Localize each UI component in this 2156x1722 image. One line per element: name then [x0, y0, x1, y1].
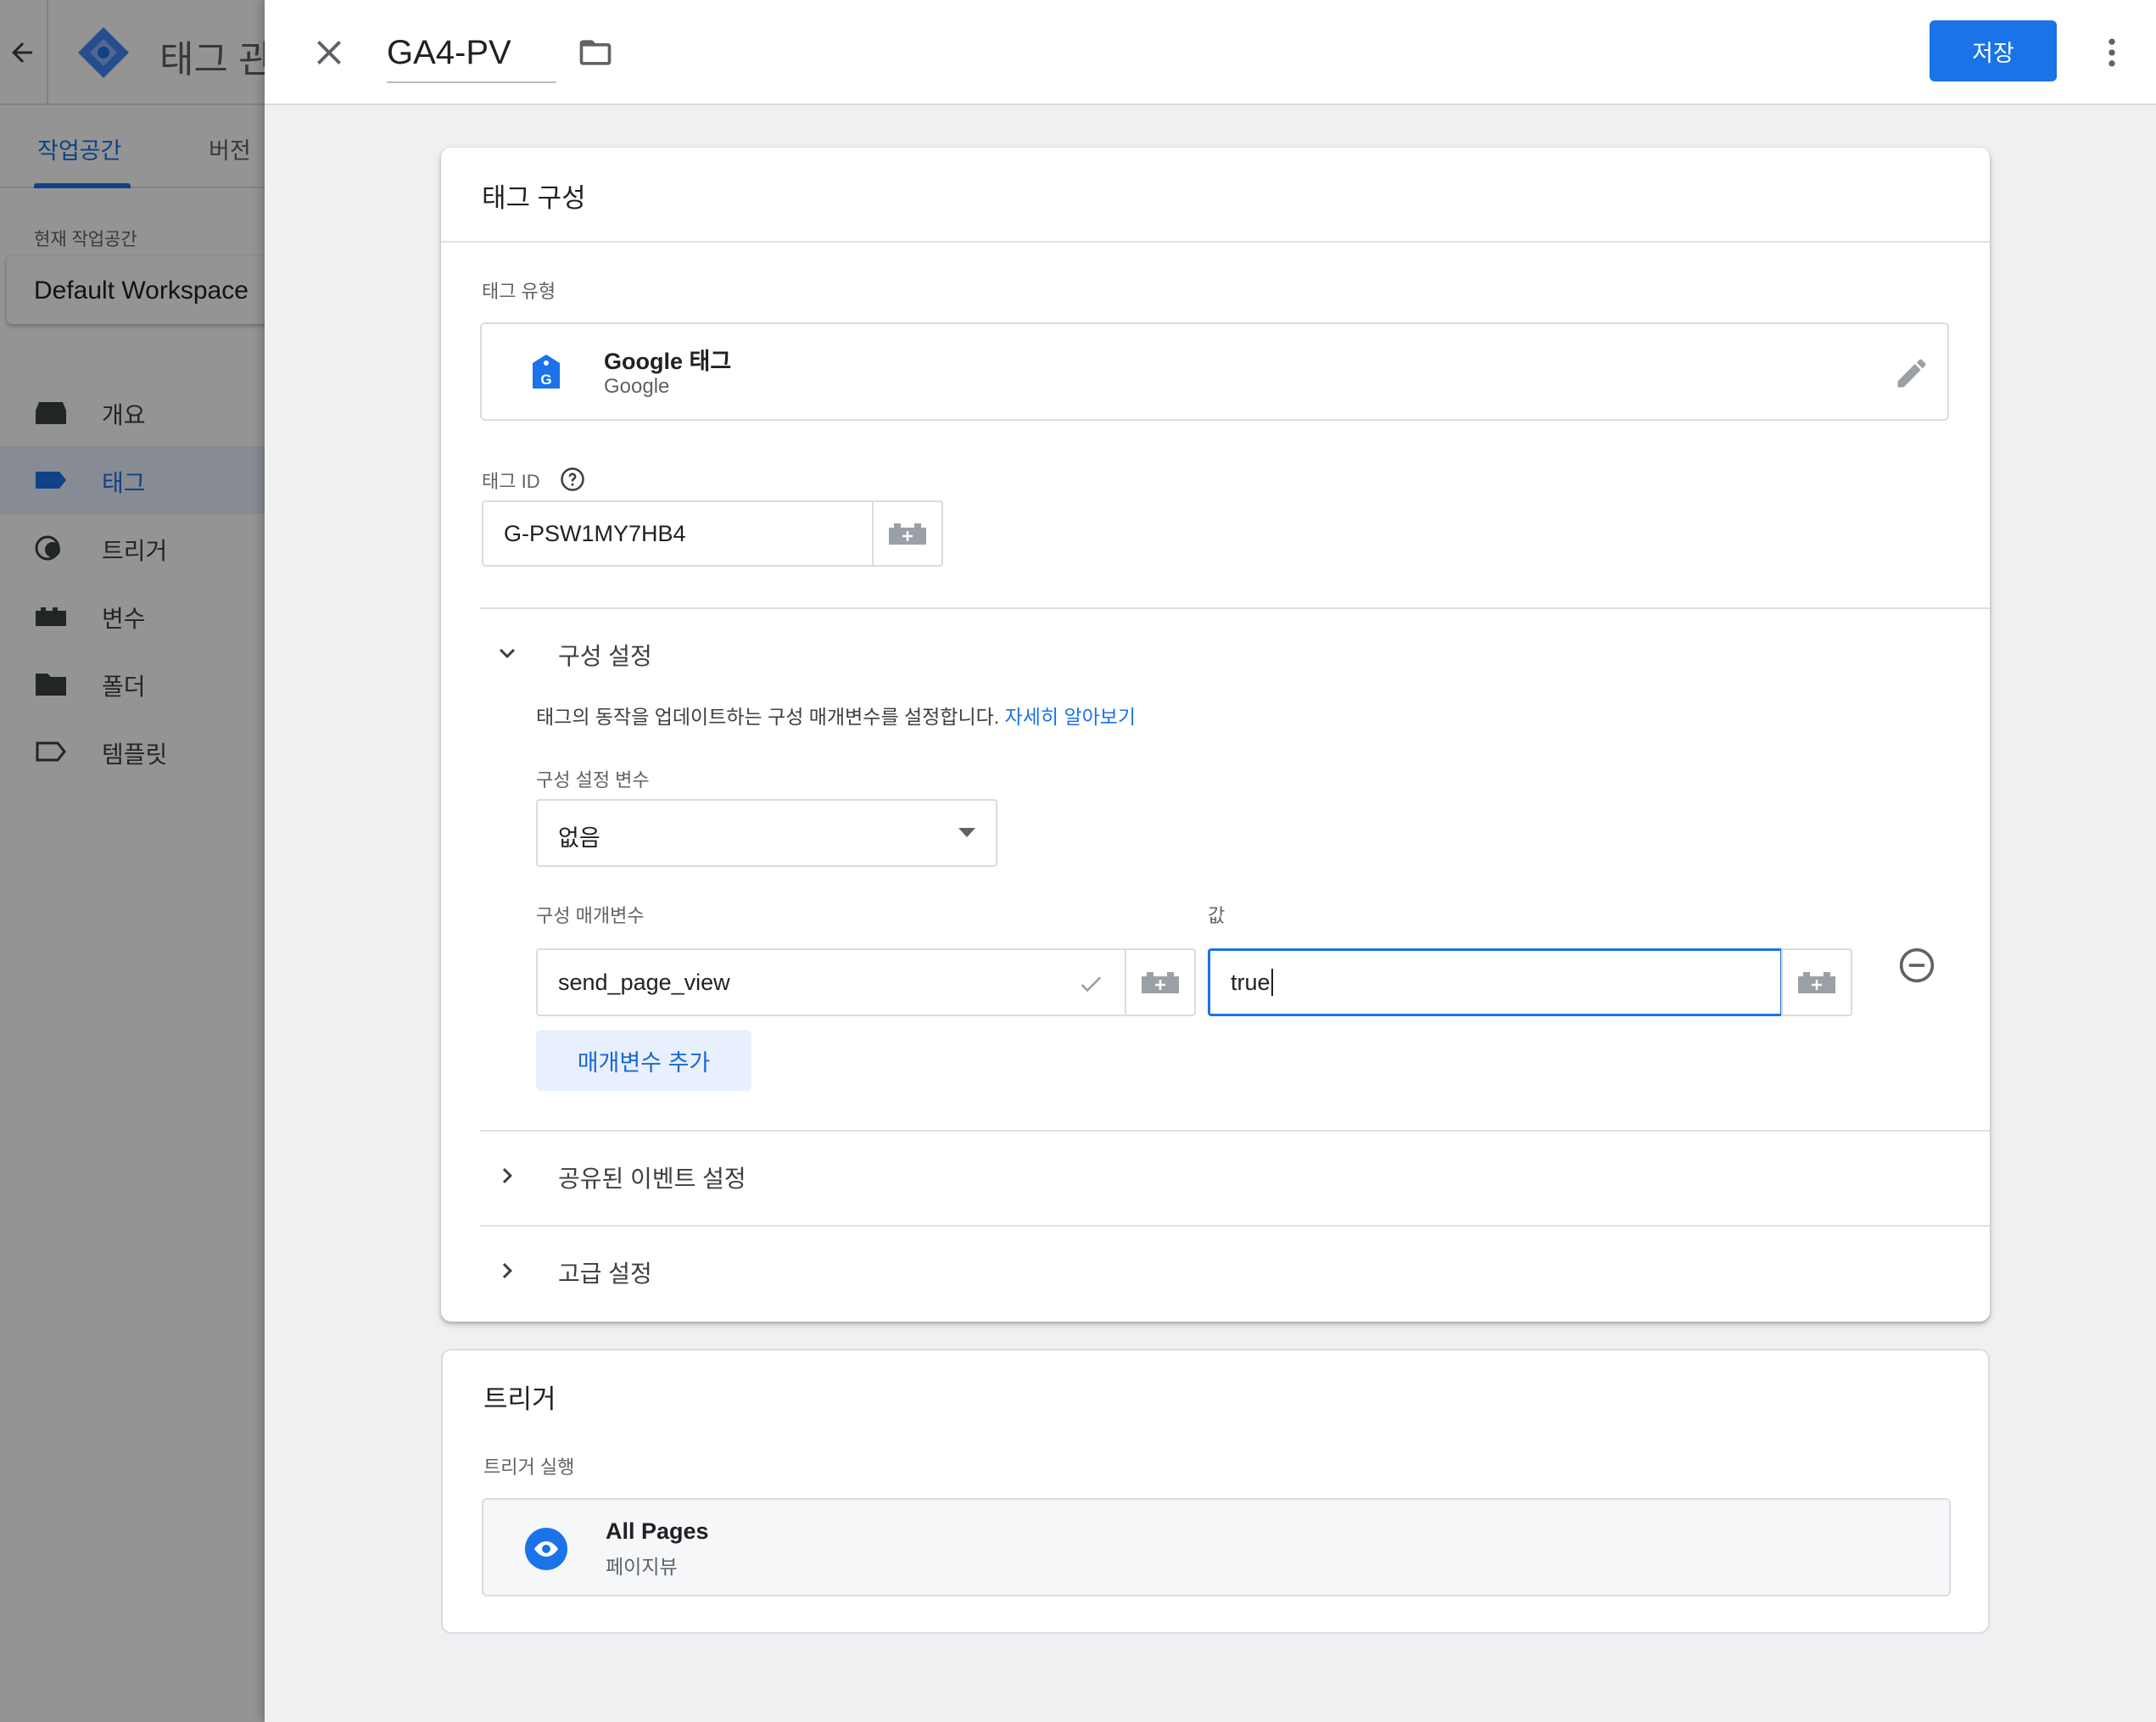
tag-editor-panel: GA4-PV 저장 태그 구성 태그 유형 G Google 태그 Google… — [265, 0, 2156, 1722]
firing-triggers-label: 트리거 실행 — [483, 1456, 575, 1478]
divider — [480, 1225, 1990, 1227]
edit-pencil-icon[interactable] — [1893, 355, 1930, 392]
config-description: 태그의 동작을 업데이트하는 구성 매개변수를 설정합니다. 자세히 알아보기 — [536, 701, 1136, 730]
param-label: 구성 매개변수 — [536, 905, 645, 926]
divider — [480, 607, 1990, 609]
google-tag-icon: G — [533, 355, 560, 389]
param-value-input[interactable]: true — [1208, 948, 1783, 1016]
editor-header: GA4-PV 저장 — [265, 0, 2156, 105]
value-label: 값 — [1208, 905, 1226, 926]
tag-type-name: Google 태그 — [604, 349, 732, 374]
add-variable-icon — [1142, 972, 1179, 993]
divider — [480, 1130, 1990, 1132]
pageview-eye-icon — [525, 1528, 567, 1570]
param-name-input[interactable]: send_page_view — [536, 948, 1126, 1016]
variable-picker-button[interactable] — [872, 500, 943, 567]
divider — [441, 241, 1990, 243]
param-value-text: true — [1231, 969, 1271, 995]
help-icon[interactable] — [560, 467, 585, 492]
tag-type-vendor: Google — [604, 375, 670, 398]
learn-more-link[interactable]: 자세히 알아보기 — [1005, 706, 1137, 728]
tag-type-label: 태그 유형 — [482, 281, 556, 302]
tag-id-label: 태그 ID — [482, 471, 540, 492]
modal-scrim[interactable] — [0, 0, 265, 1722]
section-title: 공유된 이벤트 설정 — [558, 1166, 746, 1192]
save-button[interactable]: 저장 — [1930, 20, 2057, 81]
check-icon — [1081, 976, 1101, 992]
tag-configuration-card: 태그 구성 태그 유형 G Google 태그 Google 태그 ID G-P… — [441, 148, 1990, 1322]
more-vert-icon[interactable] — [2093, 34, 2131, 71]
trigger-item[interactable]: All Pages 페이지뷰 — [482, 1498, 1951, 1596]
chevron-right-icon — [502, 1168, 512, 1183]
chevron-down-icon — [500, 648, 515, 658]
description-text: 태그의 동작을 업데이트하는 구성 매개변수를 설정합니다. — [536, 706, 1000, 728]
dropdown-arrow-icon — [958, 828, 975, 837]
folder-icon[interactable] — [577, 34, 614, 71]
svg-text:G: G — [540, 372, 551, 388]
trigger-name: All Pages — [606, 1518, 709, 1544]
config-settings-toggle[interactable]: 구성 설정 — [480, 628, 1990, 679]
triggering-card: 트리거 트리거 실행 All Pages 페이지뷰 — [441, 1349, 1990, 1634]
trigger-type: 페이지뷰 — [606, 1556, 678, 1578]
tag-name-input[interactable]: GA4-PV — [387, 31, 556, 83]
card-title: 태그 구성 — [482, 183, 586, 213]
add-parameter-button[interactable]: 매개변수 추가 — [536, 1030, 751, 1091]
close-icon[interactable] — [309, 32, 349, 73]
select-value: 없음 — [558, 825, 600, 851]
param-name-value: send_page_view — [558, 969, 730, 995]
section-title: 구성 설정 — [558, 643, 652, 669]
chevron-right-icon — [502, 1263, 512, 1278]
advanced-settings-toggle[interactable]: 고급 설정 — [480, 1245, 1990, 1296]
add-variable-icon — [1798, 972, 1835, 993]
text-cursor — [1271, 969, 1273, 996]
value-variable-picker-button[interactable] — [1781, 948, 1852, 1016]
shared-event-settings-toggle[interactable]: 공유된 이벤트 설정 — [480, 1150, 1990, 1201]
card-title: 트리거 — [483, 1384, 556, 1414]
param-variable-picker-button[interactable] — [1125, 948, 1196, 1016]
section-title: 고급 설정 — [558, 1261, 652, 1287]
config-variable-select[interactable]: 없음 — [536, 799, 997, 867]
config-variable-label: 구성 설정 변수 — [536, 769, 650, 791]
tag-id-input[interactable]: G-PSW1MY7HB4 — [482, 500, 874, 567]
remove-row-icon[interactable] — [1898, 947, 1935, 984]
add-variable-icon — [889, 523, 926, 545]
tag-type-selector[interactable]: G Google 태그 Google — [480, 322, 1949, 421]
